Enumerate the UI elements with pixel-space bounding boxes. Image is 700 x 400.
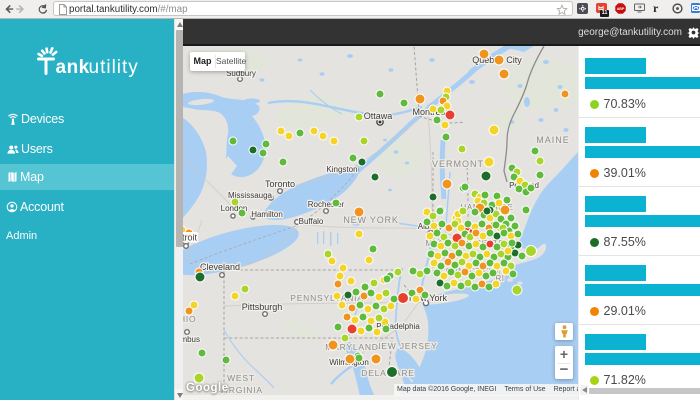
- svg-text:NEW JERSEY: NEW JERSEY: [374, 341, 437, 351]
- svg-text:ABP: ABP: [617, 7, 625, 11]
- svg-text:Cleveland: Cleveland: [200, 262, 240, 272]
- svg-text:Columbus: Columbus: [183, 335, 200, 344]
- svg-text:VERMONT: VERMONT: [432, 159, 484, 169]
- svg-text:ank: ank: [56, 57, 90, 77]
- svg-text:utility: utility: [89, 57, 139, 77]
- svg-text:Ottawa: Ottawa: [364, 111, 393, 121]
- svg-text:MAINE: MAINE: [536, 135, 570, 145]
- svg-text:WEST: WEST: [227, 373, 255, 383]
- svg-text:Hamilton: Hamilton: [251, 210, 283, 219]
- svg-text:Buffalo: Buffalo: [299, 217, 324, 226]
- svg-text:NEW YORK: NEW YORK: [343, 215, 398, 225]
- svg-text:OHIO: OHIO: [183, 314, 196, 324]
- svg-text:troit: troit: [183, 233, 198, 243]
- svg-text:Pittsburgh: Pittsburgh: [242, 302, 283, 312]
- svg-text:Toronto: Toronto: [265, 179, 295, 189]
- svg-text:Kingston: Kingston: [326, 165, 357, 174]
